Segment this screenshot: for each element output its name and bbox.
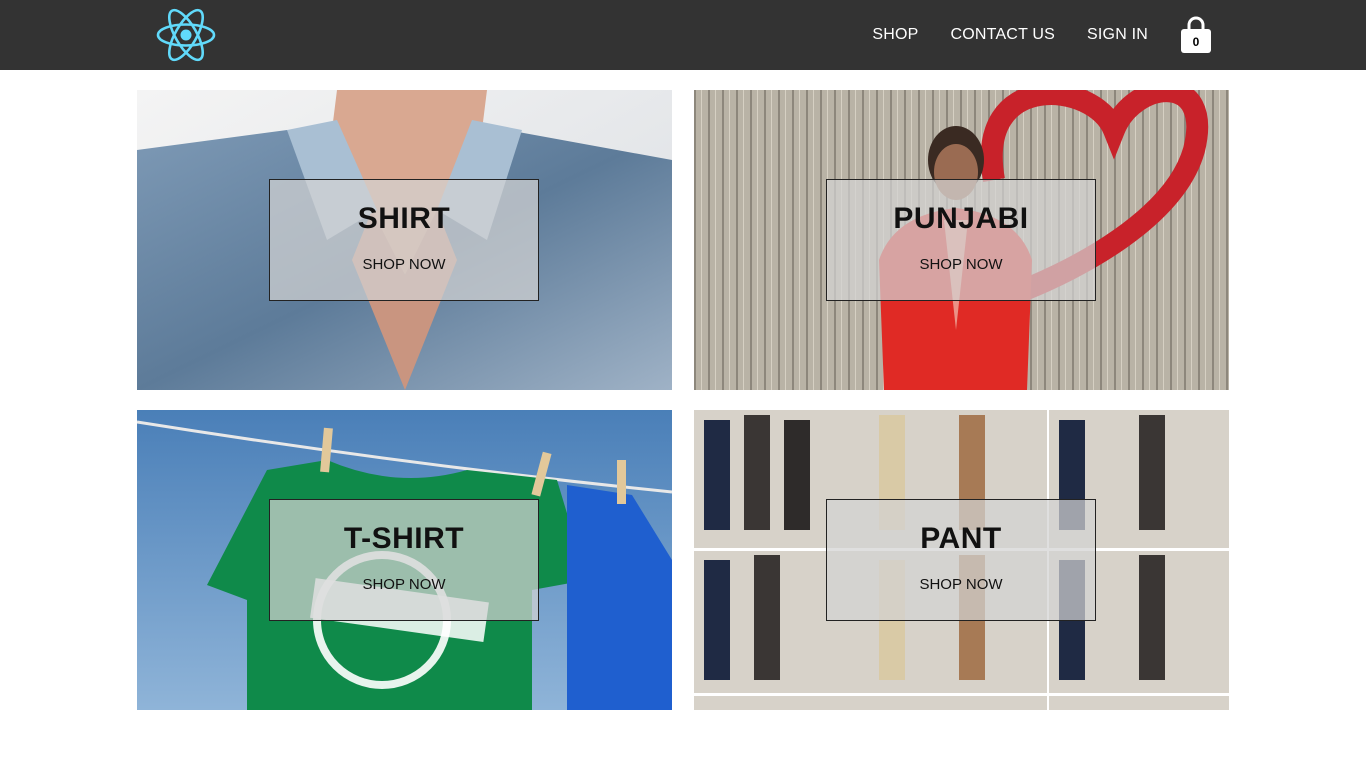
cart-button[interactable]: 0 [1178,15,1214,55]
shop-now-link[interactable]: SHOP NOW [919,256,1002,273]
category-card-pant[interactable]: PANT SHOP NOW [694,410,1229,710]
shop-now-link[interactable]: SHOP NOW [362,576,445,593]
nav-signin-link[interactable]: SIGN IN [1087,26,1148,44]
category-grid: SHIRT SHOP NOW PUNJABI SHOP NOW T-SHIRT … [137,90,1229,710]
category-title: T-SHIRT [343,522,465,555]
shop-now-link[interactable]: SHOP NOW [919,576,1002,593]
category-label-box: T-SHIRT SHOP NOW [269,499,539,621]
cart-count: 0 [1192,35,1200,49]
nav-shop-link[interactable]: SHOP [872,26,918,44]
category-title: SHIRT [357,202,451,235]
category-label-box: PUNJABI SHOP NOW [826,179,1096,301]
category-title: PUNJABI [893,202,1029,235]
category-card-shirt[interactable]: SHIRT SHOP NOW [137,90,672,390]
navbar: SHOP CONTACT US SIGN IN 0 [0,0,1366,70]
shop-now-link[interactable]: SHOP NOW [362,256,445,273]
category-label-box: PANT SHOP NOW [826,499,1096,621]
category-card-punjabi[interactable]: PUNJABI SHOP NOW [694,90,1229,390]
react-logo-icon[interactable] [155,6,217,64]
nav-links: SHOP CONTACT US SIGN IN 0 [872,0,1214,70]
nav-contact-link[interactable]: CONTACT US [951,26,1056,44]
category-title: PANT [920,522,1002,555]
category-card-tshirt[interactable]: T-SHIRT SHOP NOW [137,410,672,710]
category-label-box: SHIRT SHOP NOW [269,179,539,301]
